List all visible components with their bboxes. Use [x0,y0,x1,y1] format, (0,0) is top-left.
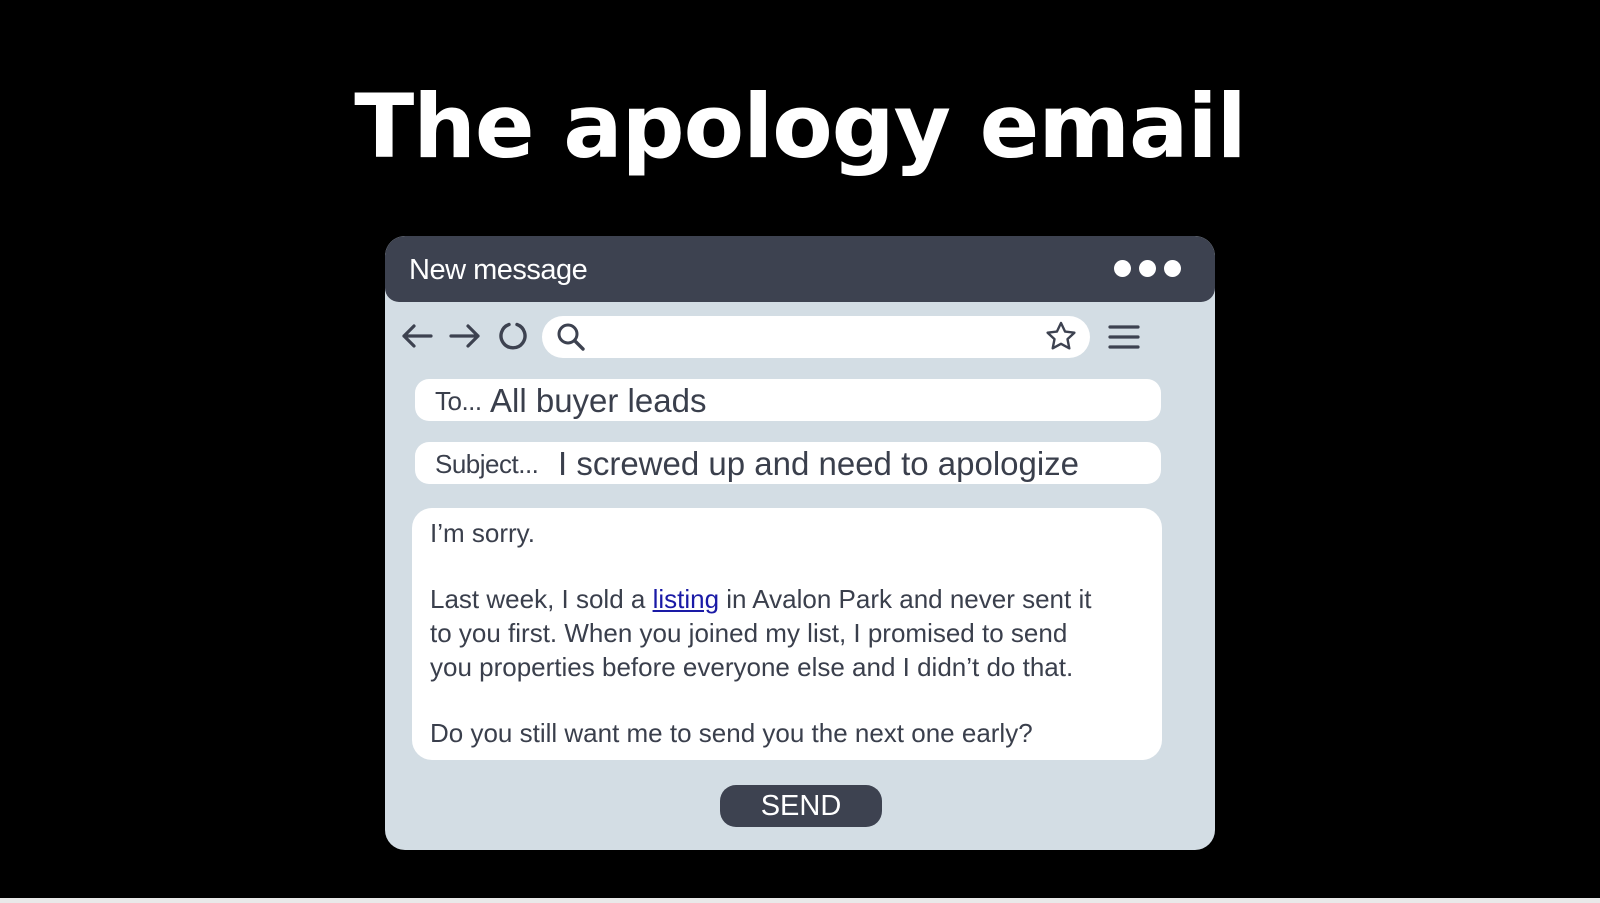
body-line: Last week, I sold a listing in Avalon Pa… [430,582,1091,616]
more-options-icon[interactable] [1114,260,1181,278]
body-line: Do you still want me to send you the nex… [430,718,1033,748]
reload-icon[interactable] [493,316,533,356]
window-title: New message [409,254,588,286]
bottom-divider [0,898,1600,903]
dot [1139,260,1156,277]
listing-link[interactable]: listing [653,584,719,614]
body-text: Last week, I sold a [430,584,653,614]
subject-field[interactable]: Subject... I screwed up and need to apol… [415,442,1161,484]
send-button[interactable]: SEND [720,785,882,827]
forward-arrow-icon[interactable] [445,316,485,356]
back-arrow-icon[interactable] [397,316,437,356]
subject-label: Subject... [435,449,539,479]
message-body[interactable]: I’m sorry. Last week, I sold a listing i… [412,508,1162,760]
compose-window: New message To... All buyer leads Subjec… [385,236,1215,850]
body-line: you properties before everyone else and … [430,652,1074,682]
dot [1164,260,1181,277]
search-icon[interactable] [554,320,588,354]
to-field[interactable]: To... All buyer leads [415,379,1161,421]
to-value: All buyer leads [490,382,707,419]
subject-value: I screwed up and need to apologize [558,445,1080,482]
star-icon[interactable] [1044,320,1078,354]
body-line: to you first. When you joined my list, I… [430,618,1068,648]
hamburger-menu-icon[interactable] [1105,318,1143,356]
search-bar[interactable] [542,316,1090,358]
window-titlebar: New message [385,236,1215,302]
body-text: in Avalon Park and never sent it [719,584,1092,614]
page-title: The apology email [354,75,1247,178]
dot [1114,260,1131,277]
to-label: To... [435,386,482,416]
body-line: I’m sorry. [430,518,535,548]
